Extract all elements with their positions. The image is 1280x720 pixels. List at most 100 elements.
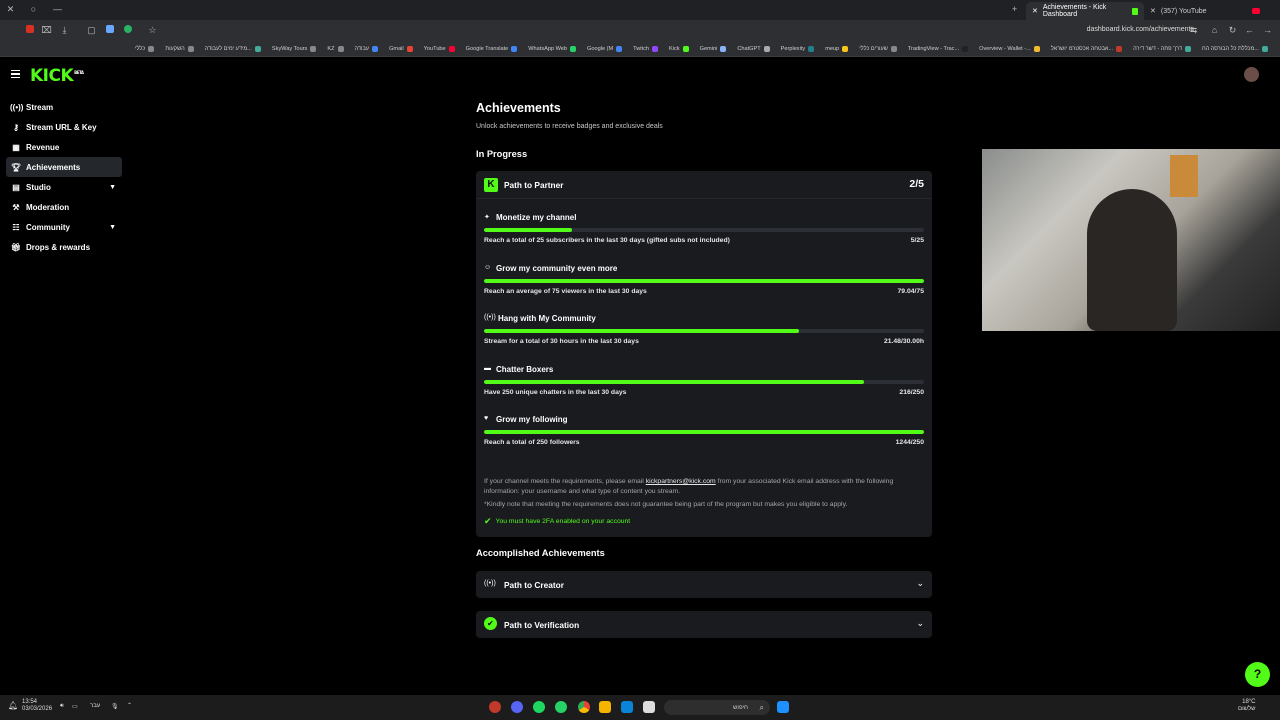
progress-bar	[484, 329, 924, 333]
help-chat-button[interactable]: ?	[1245, 662, 1270, 687]
bookmark-item[interactable]: השקעות	[165, 45, 194, 52]
sidebar-item-stream-url[interactable]: ⚷ Stream URL & Key	[6, 117, 122, 137]
avatar[interactable]	[1244, 67, 1259, 82]
accomplished-heading: Accomplished Achievements	[476, 548, 605, 558]
extension-icon[interactable]: ▢	[86, 25, 97, 36]
bookmark-item[interactable]: SkyWay Tours	[272, 45, 317, 52]
bookmark-item[interactable]: WhatsApp Web	[528, 45, 577, 52]
back-icon[interactable]: ←	[1244, 25, 1255, 36]
obs-icon[interactable]	[489, 701, 501, 713]
achievement-item: ✦ Monetize my channel Reach a total of 2…	[484, 213, 924, 257]
whatsapp-icon[interactable]	[555, 701, 567, 713]
sidebar-item-drops[interactable]: 🎁︎ Drops & rewards	[6, 237, 122, 257]
extension-icon[interactable]	[104, 25, 115, 36]
sidebar-item-moderation[interactable]: ⚒ Moderation	[6, 197, 122, 217]
sidebar-item-community[interactable]: ☷ Community ▼	[6, 217, 122, 237]
folder-icon[interactable]	[599, 701, 611, 713]
sidebar-item-studio[interactable]: ▤ Studio ▼	[6, 177, 122, 197]
bookmark-item[interactable]: Google Translate	[466, 45, 518, 52]
bookmark-item[interactable]: YouTube	[424, 45, 455, 52]
minimize-icon[interactable]: —	[52, 4, 63, 15]
accordion-title: Path to Creator	[504, 580, 564, 590]
bookmark-item[interactable]: ChatGPT	[737, 45, 770, 52]
bookmark-item[interactable]: KZ	[327, 45, 344, 52]
broadcast-icon: ((•))	[10, 102, 24, 112]
bookmark-favicon-icon	[682, 45, 689, 52]
volume-icon[interactable]: 🔊︎	[60, 703, 64, 710]
discord-icon[interactable]	[511, 701, 523, 713]
bookmark-item[interactable]: עבודה	[355, 45, 379, 52]
progress-bar	[484, 430, 924, 434]
chevron-down-icon[interactable]: ⌄	[916, 578, 924, 589]
bookmark-item[interactable]: Gemini	[700, 45, 727, 52]
star-icon[interactable]: ☆	[147, 25, 158, 36]
achievement-desc: Stream for a total of 30 hours in the la…	[484, 338, 639, 345]
bookmark-favicon-icon	[1262, 45, 1268, 52]
tab-close-icon[interactable]: ✕	[1032, 7, 1038, 15]
taskbar-search[interactable]: חיפוש ⌕	[664, 700, 770, 715]
menu-icon[interactable]	[11, 70, 20, 78]
bookmark-item[interactable]: TradingView - Trac...	[908, 45, 969, 52]
bookmark-item[interactable]: מכללת כל הבורסה הח...	[1202, 45, 1268, 52]
bookmark-item[interactable]: מידע ימים לעבודה...	[205, 45, 261, 52]
in-progress-heading: In Progress	[476, 149, 528, 159]
bookmark-item[interactable]: שעורים כללי	[859, 45, 897, 52]
bookmark-favicon-icon	[1033, 45, 1040, 52]
path-to-partner-card: K Path to Partner 2/5 ✦ Monetize my chan…	[476, 171, 932, 537]
windows-taskbar: 🔔︎ 13:54 03/03/2026 🔊︎ ▭ עבר 🎙︎ ⌃ חיפוש …	[0, 695, 1280, 720]
bookmark-item[interactable]: Gmail	[389, 45, 413, 52]
windows-start-icon[interactable]	[777, 701, 789, 713]
chevron-down-icon[interactable]: ⌄	[916, 618, 924, 629]
reload-icon[interactable]: ○	[28, 4, 39, 15]
forward-icon[interactable]: →	[1262, 25, 1273, 36]
bookmark-item[interactable]: Overview - Wallet -...	[979, 45, 1040, 52]
reload-icon[interactable]: ↻	[1227, 25, 1238, 36]
bookmark-favicon-icon	[720, 45, 727, 52]
clock[interactable]: 13:54 03/03/2026	[22, 699, 52, 713]
bookmark-item[interactable]: Perplexity	[781, 45, 815, 52]
new-tab-icon[interactable]: +	[1009, 4, 1020, 15]
app-icon[interactable]	[643, 701, 655, 713]
email-link[interactable]: kickpartners@kick.com	[646, 478, 716, 485]
language-indicator[interactable]: עבר	[90, 703, 100, 709]
bookmark-item[interactable]: אבטחה אכסטרמ יושראל...	[1051, 45, 1123, 52]
sidebar-item-stream[interactable]: ((•)) Stream	[6, 97, 122, 117]
bookmark-item[interactable]: דרך פתה - דשר דירה	[1133, 45, 1192, 52]
tab-achievements[interactable]: ✕ Achievements - Kick Dashboard	[1026, 2, 1144, 20]
card-count: 2/5	[909, 178, 924, 190]
tab-close-icon[interactable]: ✕	[1150, 7, 1156, 15]
kick-logo[interactable]: KICKBETA	[30, 66, 84, 86]
bookmark-item[interactable]: Twitch	[633, 45, 659, 52]
webcam-overlay	[982, 149, 1280, 331]
extension-icon[interactable]: ⌧	[41, 25, 52, 36]
sidebar-item-achievements[interactable]: 🏆︎ Achievements	[6, 157, 122, 177]
home-icon[interactable]: ⌂	[1209, 25, 1220, 36]
sidebar-item-revenue[interactable]: ▦ Revenue	[6, 137, 122, 157]
path-to-verification-accordion[interactable]: ✔ Path to Verification ⌄	[476, 611, 932, 638]
chevron-up-icon[interactable]: ⌃	[127, 702, 132, 709]
bookmark-item[interactable]: Kick	[669, 45, 689, 52]
broadcast-icon: ((•))	[484, 314, 496, 321]
extension-icon[interactable]	[122, 25, 133, 36]
achievement-title: Chatter Boxers	[496, 365, 554, 374]
path-to-creator-accordion[interactable]: ((•)) Path to Creator ⌄	[476, 571, 932, 598]
spotify-icon[interactable]	[533, 701, 545, 713]
notification-bell-icon[interactable]: 🔔︎	[8, 701, 18, 710]
display-icon[interactable]: ▭	[72, 703, 78, 710]
site-settings-icon[interactable]: ⇆	[1188, 25, 1199, 36]
store-icon[interactable]	[621, 701, 633, 713]
weather-widget[interactable]: 18°C שלשום	[1238, 699, 1256, 713]
accordion-title: Path to Verification	[504, 620, 580, 630]
bookmark-item[interactable]: כללי	[135, 45, 155, 52]
extension-icon[interactable]	[24, 25, 35, 36]
url-field[interactable]: dashboard.kick.com/achievements	[1087, 26, 1194, 33]
achievement-value: 216/250	[899, 389, 924, 396]
microphone-icon[interactable]: 🎙︎	[111, 703, 119, 710]
close-icon[interactable]: ✕	[5, 4, 16, 15]
chrome-icon[interactable]	[578, 701, 590, 713]
tab-youtube[interactable]: ✕ (357) YouTube	[1150, 2, 1260, 20]
download-icon[interactable]: ⤓	[59, 25, 70, 36]
bookmark-item[interactable]: Google (M	[587, 45, 623, 52]
chevron-down-icon: ▼	[109, 183, 116, 191]
bookmark-item[interactable]: meup	[825, 45, 849, 52]
